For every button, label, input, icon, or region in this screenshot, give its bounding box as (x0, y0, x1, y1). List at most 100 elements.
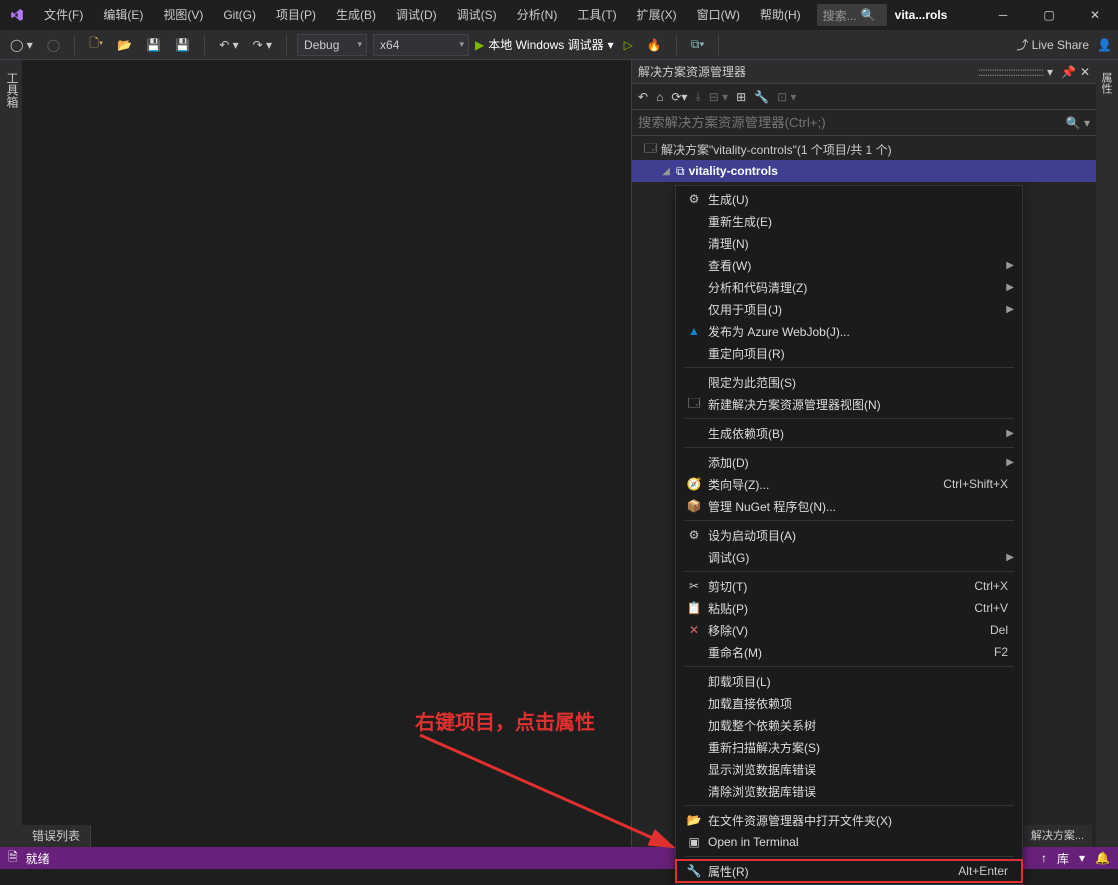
context-menu-item[interactable]: ⚙设为启动项目(A) (676, 524, 1022, 546)
hot-reload-button[interactable]: 🔥 (643, 34, 666, 56)
menu-separator (684, 447, 1014, 448)
show-all-icon[interactable]: ⊞ (736, 90, 746, 104)
context-menu-item[interactable]: 📂在文件资源管理器中打开文件夹(X) (676, 809, 1022, 831)
output-icon[interactable]: 🗎 (8, 848, 18, 869)
menu-file[interactable]: 文件(F) (34, 0, 93, 30)
expand-icon[interactable]: ◢ (660, 166, 672, 177)
properties-icon[interactable]: 🔧 (754, 90, 769, 104)
context-menu-item[interactable]: 清理(N) (676, 232, 1022, 254)
context-menu-label: 重命名(M) (704, 644, 994, 661)
context-menu-item[interactable]: 🔧属性(R)Alt+Enter (676, 860, 1022, 882)
context-menu-item[interactable]: 🧭类向导(Z)...Ctrl+Shift+X (676, 473, 1022, 495)
redo-button[interactable]: ↷ ▾ (249, 34, 276, 56)
home-icon[interactable]: ⌂ (656, 90, 663, 104)
notifications-icon[interactable]: 🔔 (1095, 851, 1110, 865)
context-menu-item[interactable]: 加载直接依赖项 (676, 692, 1022, 714)
context-menu-item[interactable]: ✕移除(V)Del (676, 619, 1022, 641)
pin-icon[interactable]: 📌 (1061, 65, 1076, 79)
nav-back-button[interactable]: ◯ ▾ (6, 34, 37, 56)
context-menu-item[interactable]: 📋粘贴(P)Ctrl+V (676, 597, 1022, 619)
context-menu-item[interactable]: 重定向项目(R) (676, 342, 1022, 364)
error-list-tab[interactable]: 错误列表 (22, 825, 91, 847)
menu-window[interactable]: 窗口(W) (687, 0, 750, 30)
menu-view[interactable]: 视图(V) (153, 0, 213, 30)
panel-close-button[interactable]: ✕ (1080, 65, 1090, 79)
solution-search[interactable]: 🔍 ▾ (632, 110, 1096, 136)
undo-button[interactable]: ↶ ▾ (215, 34, 242, 56)
status-ready: 就绪 (26, 850, 50, 867)
open-file-button[interactable]: 📂 (113, 34, 136, 56)
context-menu-item[interactable]: 查看(W)▶ (676, 254, 1022, 276)
context-menu-label: 显示浏览数据库错误 (704, 761, 1014, 778)
context-menu-item[interactable]: ▣Open in Terminal (676, 831, 1022, 853)
panel-menu-button[interactable]: ▾ (1047, 65, 1053, 79)
save-all-button[interactable]: 💾 (171, 34, 194, 56)
context-menu-item[interactable]: 分析和代码清理(Z)▶ (676, 276, 1022, 298)
maximize-button[interactable]: ▢ (1026, 0, 1072, 30)
run-button[interactable]: ▶ 本地 Windows 调试器 ▾ (475, 36, 614, 53)
save-button[interactable]: 💾 (142, 34, 165, 56)
menu-edit[interactable]: 编辑(E) (93, 0, 153, 30)
solution-root-row[interactable]: 🗔 解决方案"vitality-controls"(1 个项目/共 1 个) (632, 138, 1096, 160)
menu-build[interactable]: 生成(B) (326, 0, 386, 30)
context-menu-label: 加载整个依赖关系树 (704, 717, 1014, 734)
context-menu-item[interactable]: 生成依赖项(B)▶ (676, 422, 1022, 444)
repo-dropdown-icon[interactable]: ▾ (1079, 851, 1085, 865)
repo-label[interactable]: 库 (1057, 850, 1069, 867)
context-menu-item[interactable]: 显示浏览数据库错误 (676, 758, 1022, 780)
feedback-icon[interactable]: 👤 (1097, 38, 1112, 52)
project-row[interactable]: ◢ ⧉ vitality-controls (632, 160, 1096, 182)
context-menu-item[interactable]: ▲发布为 Azure WebJob(J)... (676, 320, 1022, 342)
menu-help[interactable]: 帮助(H) (750, 0, 811, 30)
context-menu-item[interactable]: 重新扫描解决方案(S) (676, 736, 1022, 758)
context-menu-label: 生成(U) (704, 191, 1014, 208)
context-menu-item[interactable]: 添加(D)▶ (676, 451, 1022, 473)
close-button[interactable]: ✕ (1072, 0, 1118, 30)
minimize-button[interactable]: ─ (980, 0, 1026, 30)
source-control-icon[interactable]: ↑ (1041, 851, 1047, 865)
menu-analyze[interactable]: 分析(N) (507, 0, 568, 30)
context-menu-item[interactable]: 重命名(M)F2 (676, 641, 1022, 663)
context-menu-label: 新建解决方案资源管理器视图(N) (704, 396, 1014, 413)
context-menu-item[interactable]: 加载整个依赖关系树 (676, 714, 1022, 736)
menu-extensions[interactable]: 扩展(X) (627, 0, 687, 30)
context-menu-item[interactable]: ⚙生成(U) (676, 188, 1022, 210)
context-menu-item[interactable]: ✂剪切(T)Ctrl+X (676, 575, 1022, 597)
stack-button[interactable]: ⧉▾ (687, 34, 709, 56)
paste-icon: 📋 (684, 601, 704, 615)
context-menu-item[interactable]: 调试(G)▶ (676, 546, 1022, 568)
context-menu-item[interactable]: 仅用于项目(J)▶ (676, 298, 1022, 320)
titlebar: 文件(F) 编辑(E) 视图(V) Git(G) 项目(P) 生成(B) 调试(… (0, 0, 1118, 30)
live-share-button[interactable]: ⤴ Live Share (1016, 36, 1089, 53)
context-menu-item[interactable]: 清除浏览数据库错误 (676, 780, 1022, 802)
platform-combo[interactable]: x64 (373, 34, 469, 56)
context-menu-item[interactable]: 重新生成(E) (676, 210, 1022, 232)
solution-explorer-bottom-tab[interactable]: 解决方案... (1023, 825, 1092, 847)
menu-test[interactable]: 调试(S) (447, 0, 507, 30)
context-menu-item[interactable]: 📦管理 NuGet 程序包(N)... (676, 495, 1022, 517)
project-icon: ⧉ (676, 164, 685, 179)
panel-title-text: 解决方案资源管理器 (638, 63, 978, 80)
sync-icon[interactable]: ⤓ (695, 89, 700, 104)
new-project-button[interactable]: 🗋▾ (85, 34, 107, 56)
context-menu-item[interactable]: 限定为此范围(S) (676, 371, 1022, 393)
switch-view-icon[interactable]: ⟳▾ (671, 90, 687, 104)
context-menu-label: 粘贴(P) (704, 600, 974, 617)
menu-git[interactable]: Git(G) (213, 0, 266, 30)
back-icon[interactable]: ↶ (638, 90, 648, 104)
properties-tab[interactable]: 属性 (1096, 66, 1116, 100)
menu-debug[interactable]: 调试(D) (386, 0, 447, 30)
menu-tools[interactable]: 工具(T) (567, 0, 626, 30)
menu-project[interactable]: 项目(P) (266, 0, 326, 30)
title-search[interactable]: 搜索... 🔍 (817, 4, 887, 26)
config-combo[interactable]: Debug (297, 34, 367, 56)
submenu-arrow-icon: ▶ (1006, 260, 1014, 271)
context-menu-item[interactable]: 🗔新建解决方案资源管理器视图(N) (676, 393, 1022, 415)
filter-icon[interactable]: ⊟ ▾ (709, 90, 728, 104)
solution-search-input[interactable] (638, 115, 1062, 130)
nav-fwd-button[interactable]: ◯ (43, 34, 64, 56)
wrench-icon: 🔧 (684, 864, 704, 878)
preview-icon[interactable]: ⊡ ▾ (777, 90, 796, 104)
debug-no-debug-button[interactable]: ▷ (620, 34, 637, 56)
context-menu-item[interactable]: 卸载项目(L) (676, 670, 1022, 692)
